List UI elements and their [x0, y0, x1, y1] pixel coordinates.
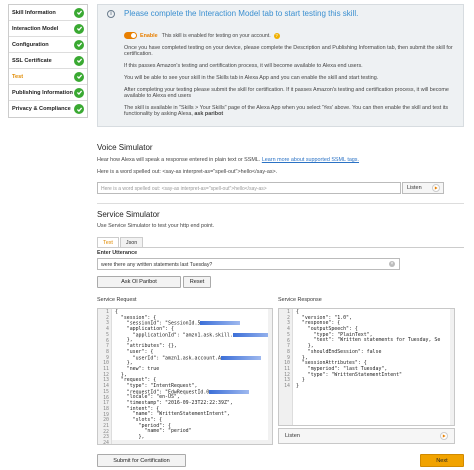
simulator-tabs: Text Json — [97, 237, 464, 248]
service-response-viewer[interactable]: 1 2 3 4 5 6 7 8 9 10 11 12 13 14 { "version": "1.0", … — [278, 308, 455, 426]
response-json: { "version": "1.0", "response": { "outpu… — [296, 309, 454, 390]
sidebar-item-ssl-certificate[interactable]: SSL Certificate — [9, 53, 87, 69]
tab-text[interactable]: Text — [97, 237, 119, 247]
sidebar-item-privacy-compliance[interactable]: Privacy & Compliance — [9, 101, 87, 117]
play-icon — [440, 432, 448, 440]
sidebar: Skill Information Interaction Model Config… — [8, 4, 88, 118]
utterance-input[interactable]: were there any written statements last T… — [97, 258, 400, 270]
enable-label: Enable — [140, 32, 158, 39]
ssml-input[interactable]: Here is a word spelled out: <say-as inte… — [97, 182, 401, 194]
code-text: "text": "Written statements for Tuesday,… — [296, 337, 441, 344]
sidebar-item-label: Skill Information — [12, 9, 56, 16]
ssml-tags-link[interactable]: Learn more about supported SSML tags. — [262, 157, 359, 163]
request-json: { "session": { "sessionId": "SessionId.5… — [115, 309, 272, 444]
play-icon — [432, 184, 440, 192]
code-text: "session": { — [115, 314, 157, 321]
code-text: "type": "IntentRequest", — [115, 382, 198, 389]
info-paragraph-4: After completing your testing please sub… — [124, 87, 449, 100]
utterance-label: Enter Utterance — [97, 250, 138, 256]
line-number: 24 — [103, 440, 109, 445]
line-numbers: 1234567891011121314151617181920212223242… — [98, 309, 112, 444]
sidebar-item-label: Interaction Model — [12, 25, 59, 32]
submit-certification-button[interactable]: Submit for Certification — [97, 454, 186, 467]
check-icon — [74, 23, 84, 34]
clear-icon[interactable]: × — [389, 261, 395, 267]
info-icon: i — [107, 9, 115, 18]
redacted-value — [221, 355, 261, 360]
check-icon — [74, 39, 84, 50]
voice-listen-label: Listen — [407, 185, 422, 191]
enable-toggle[interactable] — [124, 32, 137, 39]
sidebar-item-interaction-model[interactable]: Interaction Model — [9, 21, 87, 37]
service-request-label: Service Request — [97, 297, 137, 303]
response-listen-bar[interactable]: Listen — [278, 428, 455, 444]
reset-button[interactable]: Reset — [183, 276, 211, 288]
service-simulator-hint: Use Service Simulator to test your http … — [97, 223, 215, 229]
help-icon[interactable]: ? — [273, 32, 280, 39]
code-line: "text": "Written statements for Tuesday,… — [296, 338, 454, 344]
sidebar-item-skill-information[interactable]: Skill Information — [9, 5, 87, 21]
code-line: "applicationId": "amzn1.ask.skill. — [115, 332, 272, 339]
info-panel: i Please complete the Interaction Model … — [97, 4, 464, 127]
enable-row: Enable This skill is enabled for testing… — [124, 32, 280, 39]
sidebar-item-label: SSL Certificate — [12, 57, 52, 64]
check-icon — [74, 55, 84, 66]
info-title: Please complete the Interaction Model ta… — [124, 9, 359, 18]
check-icon — [74, 71, 84, 82]
service-request-editor[interactable]: 1234567891011121314151617181920212223242… — [97, 308, 273, 445]
redacted-value — [200, 321, 241, 326]
sidebar-item-publishing-information[interactable]: Publishing Information — [9, 85, 87, 101]
code-text: "user": { — [115, 348, 154, 355]
divider — [97, 203, 464, 204]
check-icon — [74, 87, 84, 98]
voice-simulator-hint: Hear how Alexa will speak a response ent… — [97, 157, 359, 163]
info-paragraph-2: If this passes Amazon's testing and cert… — [124, 63, 363, 69]
redacted-value — [209, 389, 250, 394]
service-simulator-title: Service Simulator — [97, 210, 160, 219]
skill-invocation: ask paribot — [194, 111, 224, 118]
line-numbers: 1 2 3 4 5 6 7 8 9 10 11 12 13 14 — [279, 309, 293, 425]
horizontal-scrollbar[interactable] — [112, 440, 268, 444]
sidebar-item-label: Publishing Information — [12, 89, 73, 96]
sidebar-item-configuration[interactable]: Configuration — [9, 37, 87, 53]
ssml-example: Here is a word spelled out: <say-as inte… — [97, 169, 278, 175]
voice-listen-button[interactable]: Listen — [402, 182, 444, 194]
scrollbar[interactable] — [450, 309, 454, 425]
info-header: i Please complete the Interaction Model … — [107, 9, 358, 18]
info-paragraph-5: The skill is available in "Skills > Your… — [124, 105, 454, 118]
check-icon — [74, 104, 84, 114]
tab-json[interactable]: Json — [119, 237, 144, 247]
info-paragraph-5-text: The skill is available in "Skills > Your… — [124, 105, 449, 118]
info-paragraph-3: You will be able to see your skill in th… — [124, 75, 379, 81]
code-text: } — [296, 382, 299, 389]
sidebar-item-test[interactable]: Test — [9, 69, 87, 85]
code-text: "type": "WrittenStatementIntent" — [296, 371, 402, 378]
service-response-label: Service Response — [278, 297, 322, 303]
voice-hint-text: Hear how Alexa will speak a response ent… — [97, 157, 262, 163]
enable-text: This skill is enabled for testing on you… — [161, 32, 271, 39]
response-listen-label: Listen — [285, 433, 300, 439]
voice-simulator-title: Voice Simulator — [97, 143, 153, 152]
info-paragraph-1: Once you have completed testing on your … — [124, 45, 453, 58]
code-text: "application": { — [115, 326, 174, 333]
sidebar-item-label: Configuration — [12, 41, 49, 48]
sidebar-item-label: Test — [12, 73, 24, 80]
code-line: } — [296, 382, 454, 390]
code-line: "userId": "amzn1.ask.account.A — [115, 355, 272, 362]
code-text: "shouldEndSession": false — [296, 348, 382, 355]
next-button[interactable]: Next — [420, 454, 464, 467]
line-number: 14 — [284, 383, 290, 390]
ask-button[interactable]: Ask Ol Paribot — [97, 276, 181, 288]
redacted-value — [232, 332, 272, 337]
scrollbar[interactable] — [268, 309, 272, 444]
check-icon — [74, 7, 84, 18]
sidebar-item-label: Privacy & Compliance — [12, 106, 71, 112]
